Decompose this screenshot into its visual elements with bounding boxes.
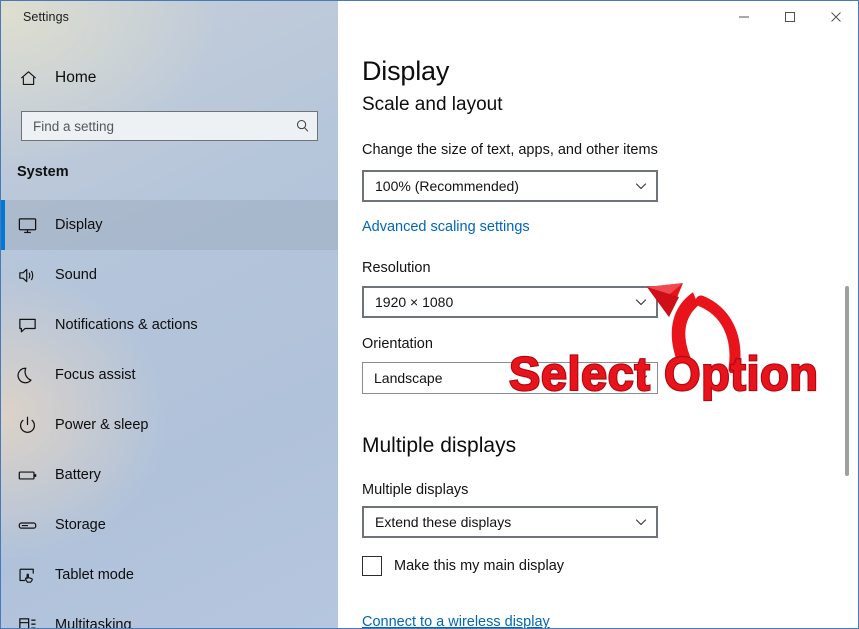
chevron-down-icon xyxy=(626,179,656,193)
search-box[interactable] xyxy=(21,111,318,141)
sidebar-item-storage[interactable]: Storage xyxy=(1,500,338,550)
make-main-display-label: Make this my main display xyxy=(394,558,565,574)
window-title: Settings xyxy=(23,10,69,24)
scale-field-label: Change the size of text, apps, and other… xyxy=(362,142,658,158)
sidebar-item-tablet-mode[interactable]: Tablet mode xyxy=(1,550,338,600)
sidebar-item-notifications-actions[interactable]: Notifications & actions xyxy=(1,300,338,350)
multiple-displays-heading: Multiple displays xyxy=(362,434,517,457)
sidebar: Settings Home System xyxy=(1,1,338,629)
sidebar-group-label: System xyxy=(17,164,69,180)
sidebar-item-label: Storage xyxy=(55,517,106,533)
sidebar-item-label: Tablet mode xyxy=(55,567,134,583)
sidebar-item-sound[interactable]: Sound xyxy=(1,250,338,300)
monitor-icon xyxy=(17,215,51,236)
scale-and-layout-heading: Scale and layout xyxy=(362,94,503,115)
sidebar-item-label: Notifications & actions xyxy=(55,317,198,333)
chat-bubble-icon xyxy=(17,315,51,336)
sidebar-item-label: Sound xyxy=(55,267,97,283)
sidebar-item-label: Battery xyxy=(55,467,101,483)
multiple-displays-field-label: Multiple displays xyxy=(362,482,469,498)
sidebar-item-power-sleep[interactable]: Power & sleep xyxy=(1,400,338,450)
sidebar-item-battery[interactable]: Battery xyxy=(1,450,338,500)
storage-icon xyxy=(17,515,51,536)
battery-icon xyxy=(17,465,51,486)
main-content: Display Scale and layout Change the size… xyxy=(338,1,858,628)
resolution-dropdown-value: 1920 × 1080 xyxy=(375,294,454,310)
sidebar-nav: Display Sound Notifications & actions Fo… xyxy=(1,200,338,629)
connect-wireless-display-link[interactable]: Connect to a wireless display xyxy=(362,614,550,628)
sidebar-item-focus-assist[interactable]: Focus assist xyxy=(1,350,338,400)
sidebar-item-label: Focus assist xyxy=(55,367,136,383)
speaker-icon xyxy=(17,265,51,286)
chevron-down-icon xyxy=(626,295,656,309)
maximize-button[interactable] xyxy=(767,1,813,32)
tablet-icon xyxy=(17,565,51,586)
page-title: Display xyxy=(362,56,450,86)
resolution-dropdown[interactable]: 1920 × 1080 xyxy=(362,286,658,318)
multiple-displays-dropdown[interactable]: Extend these displays xyxy=(362,506,658,538)
sidebar-item-display[interactable]: Display xyxy=(1,200,338,250)
vertical-scrollbar[interactable] xyxy=(841,34,853,628)
close-button[interactable] xyxy=(813,1,858,32)
sidebar-item-label: Power & sleep xyxy=(55,417,149,433)
chevron-down-icon xyxy=(626,515,656,529)
sidebar-home-label: Home xyxy=(55,69,97,86)
make-main-display-row[interactable]: Make this my main display xyxy=(362,556,564,576)
sidebar-item-label: Display xyxy=(55,217,103,233)
moon-icon xyxy=(17,365,51,386)
orientation-dropdown-value: Landscape xyxy=(374,370,443,386)
orientation-field-label: Orientation xyxy=(362,336,433,352)
multiple-displays-dropdown-value: Extend these displays xyxy=(375,514,512,530)
scrollbar-thumb[interactable] xyxy=(845,286,849,476)
home-icon xyxy=(19,69,49,88)
advanced-scaling-settings-link[interactable]: Advanced scaling settings xyxy=(362,219,530,235)
sidebar-item-multitasking[interactable]: Multitasking xyxy=(1,600,338,629)
search-icon[interactable] xyxy=(289,118,317,134)
scale-dropdown-value: 100% (Recommended) xyxy=(375,178,519,194)
search-input[interactable] xyxy=(22,118,289,134)
resolution-field-label: Resolution xyxy=(362,260,431,276)
settings-window: Settings Home System xyxy=(0,0,859,629)
titlebar xyxy=(338,1,858,34)
make-main-display-checkbox[interactable] xyxy=(362,556,382,576)
scale-dropdown[interactable]: 100% (Recommended) xyxy=(362,170,658,202)
multitasking-icon xyxy=(17,615,51,628)
sidebar-item-label: Multitasking xyxy=(55,617,132,629)
orientation-dropdown[interactable]: Landscape xyxy=(362,362,658,394)
power-icon xyxy=(17,415,51,436)
chevron-down-icon xyxy=(627,371,657,385)
sidebar-item-home[interactable]: Home xyxy=(1,61,338,95)
minimize-button[interactable] xyxy=(721,1,767,32)
